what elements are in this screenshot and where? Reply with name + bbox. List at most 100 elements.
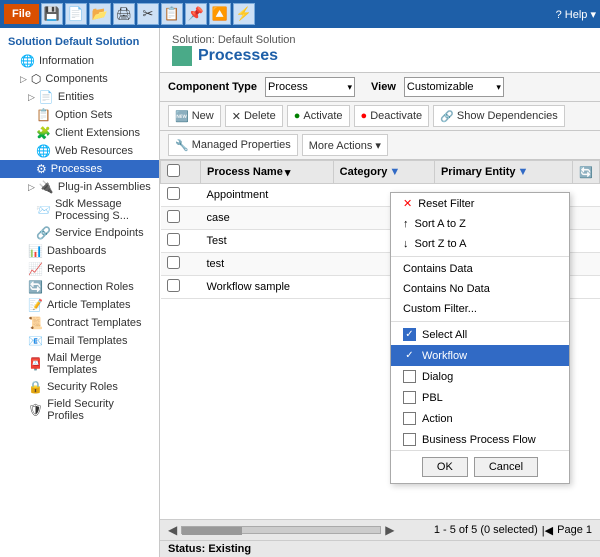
scroll-track[interactable] (181, 526, 381, 534)
component-type-value: Process (268, 81, 308, 93)
publish-icon[interactable]: 🔼 (209, 3, 231, 25)
sidebar-item-sdk-message[interactable]: 📨 Sdk Message Processing S... (0, 196, 159, 224)
category-filter-dropdown: ✕ Reset Filter ↑ Sort A to Z ↓ Sort Z to… (390, 192, 570, 484)
activate-button[interactable]: ● Activate (287, 105, 350, 127)
new-button[interactable]: 🆕 New (168, 105, 221, 127)
security-roles-icon: 🔒 (28, 380, 43, 394)
web-resources-icon: 🌐 (36, 144, 51, 158)
sidebar-item-entities[interactable]: ▷ 📄 Entities (0, 88, 159, 106)
contains-no-data-item[interactable]: Contains No Data (391, 279, 569, 299)
select-all-item[interactable]: ✓ Select All (391, 324, 569, 345)
action-label: Action (422, 413, 453, 425)
print-icon[interactable]: 🖨 (113, 3, 135, 25)
sort-za-item[interactable]: ↓ Sort Z to A (391, 234, 569, 254)
extra-icon[interactable]: ⚡ (233, 3, 255, 25)
cancel-button[interactable]: Cancel (474, 457, 538, 477)
file-button[interactable]: File (4, 4, 39, 24)
row-checkbox[interactable] (167, 256, 180, 269)
processes-icon: ⚙ (36, 162, 47, 176)
process-name-col-header[interactable]: Process Name ▾ (201, 161, 334, 184)
workflow-checkbox-icon: ✓ (403, 349, 416, 362)
sidebar-item-service-endpoints[interactable]: 🔗 Service Endpoints (0, 224, 159, 242)
sidebar-item-connection-roles[interactable]: 🔄 Connection Roles (0, 278, 159, 296)
process-name-cell: Appointment (201, 184, 334, 207)
workflow-item[interactable]: ✓ Workflow (391, 345, 569, 366)
scroll-right-icon[interactable]: ▶ (385, 523, 394, 537)
open-icon[interactable]: 📂 (89, 3, 111, 25)
primary-entity-col-header[interactable]: Primary Entity ▼ (434, 161, 572, 184)
cut-icon[interactable]: ✂ (137, 3, 159, 25)
action-cell (573, 184, 600, 207)
component-type-label: Component Type (168, 81, 257, 93)
components-icon: ⬡ (31, 72, 41, 86)
scroll-left-icon[interactable]: ◀ (168, 523, 177, 537)
business-process-flow-item[interactable]: Business Process Flow (391, 429, 569, 450)
process-name-col-label: Process Name (207, 166, 283, 178)
sidebar-item-email-templates[interactable]: 📧 Email Templates (0, 332, 159, 350)
new-icon[interactable]: 📄 (65, 3, 87, 25)
action-item[interactable]: Action (391, 408, 569, 429)
save-icon[interactable]: 💾 (41, 3, 63, 25)
more-actions-button[interactable]: More Actions ▾ (302, 134, 388, 156)
sort-za-icon: ↓ (403, 238, 409, 250)
contract-templates-icon: 📜 (28, 316, 43, 330)
delete-button[interactable]: ✕ Delete (225, 105, 283, 127)
sidebar-item-security-roles[interactable]: 🔒 Security Roles (0, 378, 159, 396)
sidebar-item-components[interactable]: ▷ ⬡ Components (0, 70, 159, 88)
sort-az-item[interactable]: ↑ Sort A to Z (391, 214, 569, 234)
category-col-header[interactable]: Category ▼ (333, 161, 434, 184)
managed-properties-button[interactable]: 🔧 Managed Properties (168, 134, 298, 156)
top-toolbar: File 💾 📄 📂 🖨 ✂ 📋 📌 🔼 ⚡ ? Help ▾ (0, 0, 600, 28)
row-checkbox[interactable] (167, 187, 180, 200)
sidebar-item-reports[interactable]: 📈 Reports (0, 260, 159, 278)
mail-merge-icon: 📮 (28, 357, 43, 371)
row-checkbox[interactable] (167, 279, 180, 292)
sort-za-label: Sort Z to A (415, 238, 467, 250)
scroll-thumb[interactable] (182, 527, 242, 535)
dependencies-icon: 🔗 (440, 110, 454, 123)
paste-icon[interactable]: 📌 (185, 3, 207, 25)
row-checkbox[interactable] (167, 233, 180, 246)
sidebar-item-processes[interactable]: ⚙ Processes (0, 160, 159, 178)
sidebar-item-field-security[interactable]: 🛡 Field Security Profiles (0, 396, 159, 424)
pbl-item[interactable]: PBL (391, 387, 569, 408)
select-all-checkbox[interactable] (167, 164, 180, 177)
sidebar-item-client-extensions[interactable]: 🧩 Client Extensions (0, 124, 159, 142)
sidebar-item-dashboards[interactable]: 📊 Dashboards (0, 242, 159, 260)
contains-data-item[interactable]: Contains Data (391, 259, 569, 279)
view-dropdown[interactable]: Customizable ▾ (404, 77, 504, 97)
row-checkbox[interactable] (167, 210, 180, 223)
page-first-icon[interactable]: |◀ (542, 524, 553, 537)
copy-icon[interactable]: 📋 (161, 3, 183, 25)
main-area: Solution Default Solution 🌐 Information … (0, 28, 600, 557)
sidebar-item-contract-templates[interactable]: 📜 Contract Templates (0, 314, 159, 332)
sidebar-item-plugin-assemblies[interactable]: ▷ 🔌 Plug-in Assemblies (0, 178, 159, 196)
horizontal-scrollbar: ◀ ▶ (168, 523, 394, 537)
show-dependencies-button[interactable]: 🔗 Show Dependencies (433, 105, 565, 127)
sidebar-item-option-sets[interactable]: 📋 Option Sets (0, 106, 159, 124)
expand-icon: ▷ (20, 74, 27, 85)
sort-az-icon: ↑ (403, 218, 409, 230)
custom-filter-item[interactable]: Custom Filter... (391, 299, 569, 319)
dialog-label: Dialog (422, 371, 453, 383)
sidebar-item-label: Service Endpoints (55, 227, 144, 239)
action-cell (573, 253, 600, 276)
sidebar-item-label: Security Roles (47, 381, 118, 393)
help-button[interactable]: ? Help ▾ (556, 8, 596, 21)
sidebar-item-label: Connection Roles (47, 281, 134, 293)
sidebar-item-mail-merge[interactable]: 📮 Mail Merge Templates (0, 350, 159, 378)
dialog-item[interactable]: Dialog (391, 366, 569, 387)
component-type-dropdown[interactable]: Process ▾ (265, 77, 355, 97)
sidebar-item-information[interactable]: 🌐 Information (0, 52, 159, 70)
sidebar-item-web-resources[interactable]: 🌐 Web Resources (0, 142, 159, 160)
reset-filter-item[interactable]: ✕ Reset Filter (391, 193, 569, 214)
refresh-col-header[interactable]: 🔄 (573, 161, 600, 184)
workflow-label: Workflow (422, 350, 467, 362)
sidebar-item-article-templates[interactable]: 📝 Article Templates (0, 296, 159, 314)
process-name-cell: Workflow sample (201, 276, 334, 299)
component-type-toolbar: Component Type Process ▾ View Customizab… (160, 73, 600, 102)
solution-header: Solution: Default Solution Processes (160, 28, 600, 73)
ok-button[interactable]: OK (422, 457, 468, 477)
deactivate-button[interactable]: ● Deactivate (354, 105, 430, 127)
new-icon: 🆕 (175, 110, 189, 123)
